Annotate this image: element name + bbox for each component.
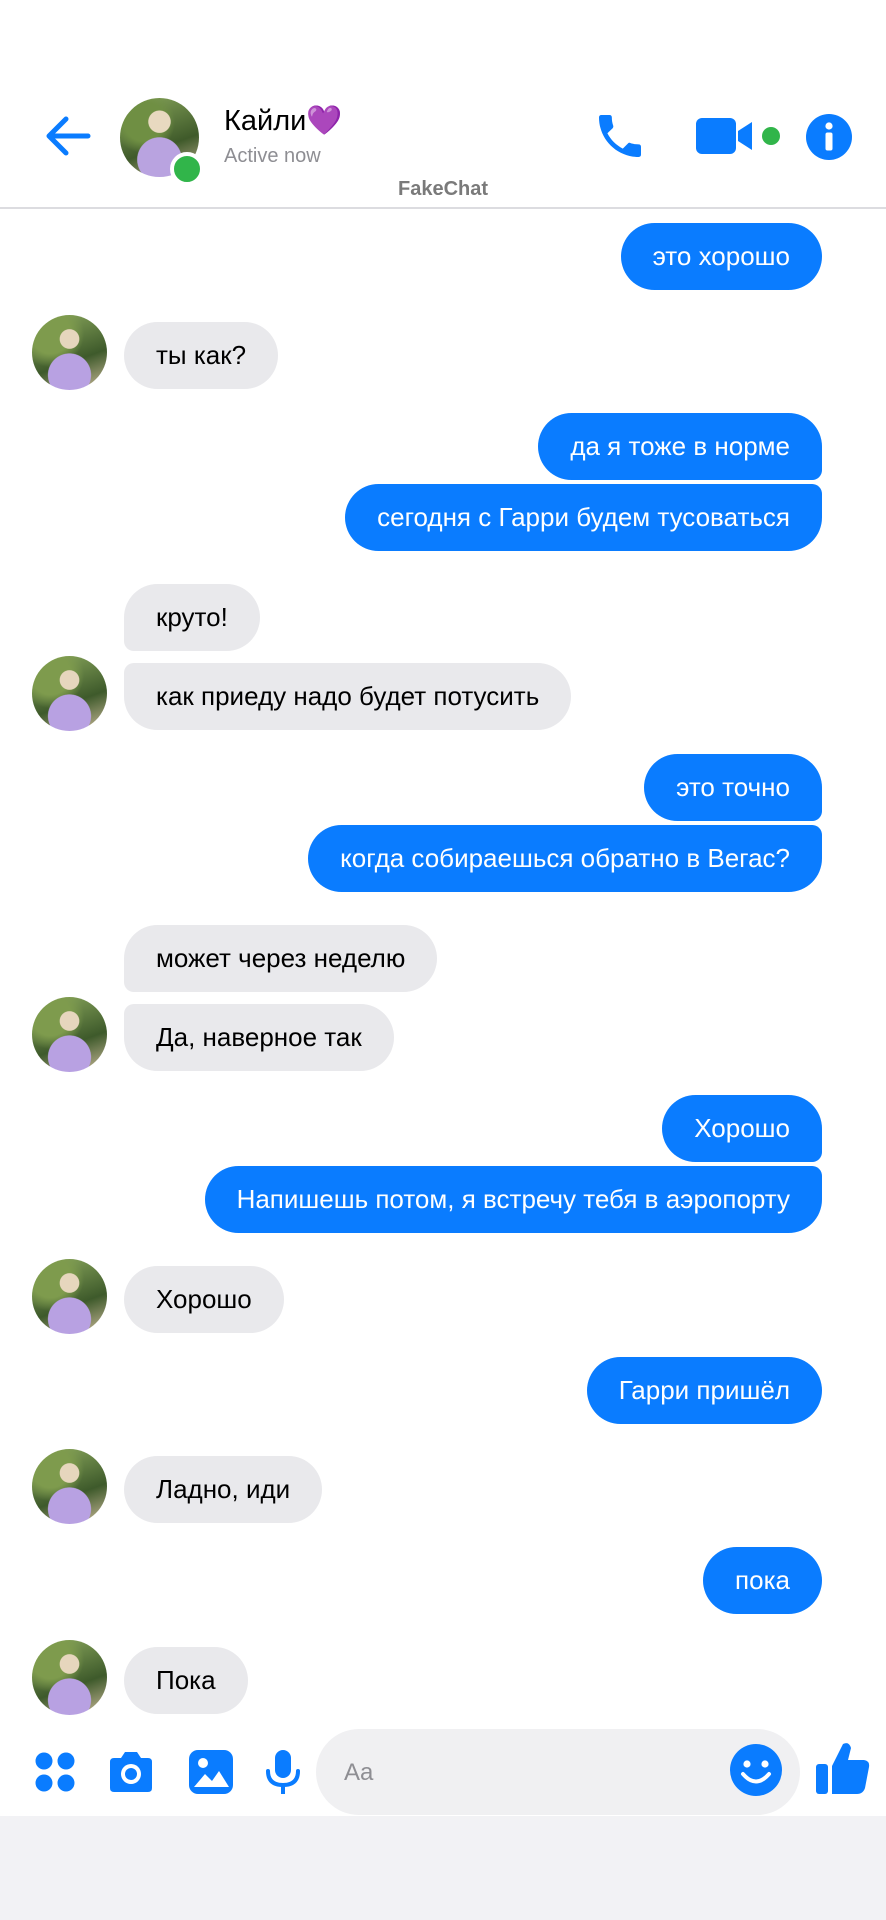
incoming-message[interactable]: ты как? xyxy=(124,322,279,389)
contact-avatar-small[interactable] xyxy=(32,997,107,1072)
incoming-message[interactable]: круто! xyxy=(124,584,260,651)
outgoing-message[interactable]: когда собираешься обратно в Вегас? xyxy=(308,825,822,892)
phone-call-icon[interactable] xyxy=(592,108,648,164)
info-icon[interactable] xyxy=(806,114,852,160)
message-input[interactable] xyxy=(342,1750,706,1796)
contact-avatar-small[interactable] xyxy=(32,656,107,731)
outgoing-message[interactable]: Хорошо xyxy=(662,1095,822,1162)
incoming-message[interactable]: Да, наверное так xyxy=(124,1004,394,1071)
incoming-message[interactable]: Ладно, иди xyxy=(124,1456,323,1523)
back-arrow-icon[interactable] xyxy=(40,108,96,164)
apps-icon[interactable] xyxy=(30,1747,80,1797)
system-nav-area xyxy=(0,1816,886,1920)
contact-avatar-small[interactable] xyxy=(32,1640,107,1715)
outgoing-message[interactable]: Гарри пришёл xyxy=(586,1357,822,1424)
app-watermark: FakeChat xyxy=(397,178,489,200)
outgoing-message[interactable]: это точно xyxy=(644,754,822,821)
incoming-message[interactable]: Хорошо xyxy=(124,1266,284,1333)
incoming-message[interactable]: может через неделю xyxy=(124,925,438,992)
microphone-icon[interactable] xyxy=(258,1747,308,1797)
outgoing-message[interactable]: это хорошо xyxy=(620,223,822,290)
camera-icon[interactable] xyxy=(106,1747,156,1797)
chat-header: Кайли💜 Active now FakeChat xyxy=(0,0,886,209)
emoji-icon[interactable] xyxy=(728,1742,784,1798)
contact-avatar-small[interactable] xyxy=(32,315,107,390)
outgoing-message[interactable]: Напишешь потом, я встречу тебя в аэропор… xyxy=(204,1166,822,1233)
contact-name[interactable]: Кайли💜 xyxy=(224,104,342,138)
message-list[interactable]: это хорошо ты как? да я тоже в норме сег… xyxy=(0,209,886,1729)
contact-status: Active now xyxy=(224,145,321,167)
outgoing-message[interactable]: да я тоже в норме xyxy=(538,413,822,480)
contact-avatar-small[interactable] xyxy=(32,1449,107,1524)
incoming-message[interactable]: Пока xyxy=(124,1647,248,1714)
outgoing-message[interactable]: сегодня с Гарри будем тусоваться xyxy=(345,484,822,551)
incoming-message[interactable]: как приеду надо будет потусить xyxy=(124,663,572,730)
thumbs-up-icon[interactable] xyxy=(814,1738,872,1798)
gallery-icon[interactable] xyxy=(186,1747,236,1797)
contact-avatar-small[interactable] xyxy=(32,1259,107,1334)
video-active-dot xyxy=(762,127,780,145)
video-call-icon[interactable] xyxy=(696,115,756,157)
outgoing-message[interactable]: пока xyxy=(703,1547,822,1614)
